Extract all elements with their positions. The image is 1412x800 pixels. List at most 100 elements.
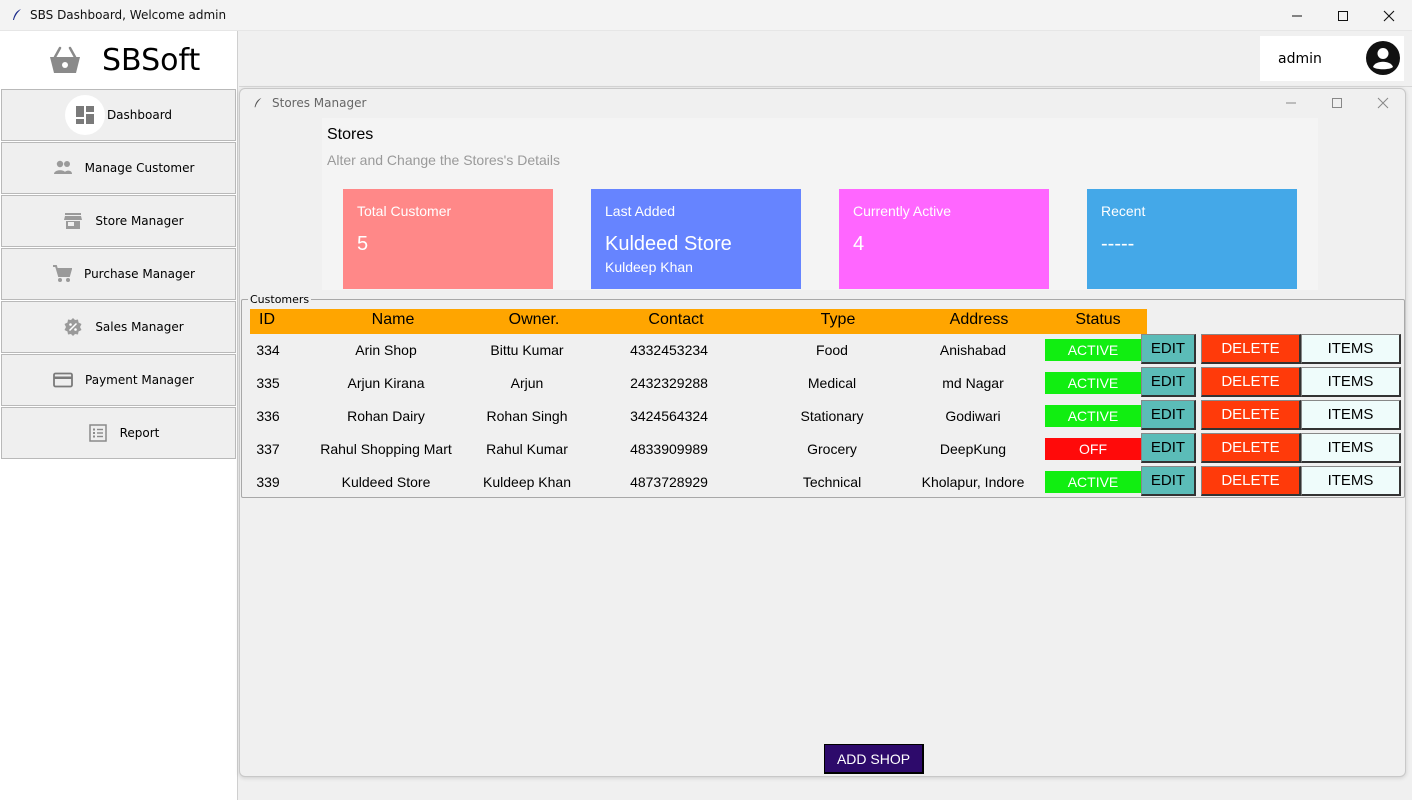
card-title: Currently Active — [853, 203, 952, 219]
cell-owner: Bittu Kumar — [490, 342, 564, 358]
sidebar-item-payment-manager[interactable]: Payment Manager — [1, 354, 236, 406]
minimize-icon[interactable] — [1284, 96, 1298, 110]
card-value: 5 — [357, 233, 369, 255]
cell-address: DeepKung — [939, 441, 1007, 457]
basket-icon — [50, 46, 80, 73]
edit-button[interactable]: EDIT — [1141, 334, 1196, 364]
cell-name: Rahul Shopping Mart — [320, 441, 452, 457]
delete-button[interactable]: DELETE — [1201, 334, 1301, 364]
sidebar-item-label: Purchase Manager — [84, 267, 195, 281]
cell-type: Medical — [807, 375, 857, 391]
edit-button[interactable]: EDIT — [1141, 466, 1196, 496]
page-title: Stores — [327, 126, 374, 143]
card-value: 4 — [853, 233, 865, 255]
minimize-button[interactable] — [1274, 0, 1320, 31]
cell-owner: Arjun — [510, 375, 544, 391]
sidebar-item-label: Manage Customer — [84, 161, 195, 175]
edit-button[interactable]: EDIT — [1141, 400, 1196, 430]
cell-id: 337 — [256, 441, 280, 457]
cell-type: Food — [816, 342, 848, 358]
dashboard-icon — [64, 95, 105, 135]
brand-name: SBSoft — [102, 42, 201, 78]
stores-window-titlebar: Stores Manager — [240, 89, 1405, 117]
close-icon — [1383, 10, 1395, 21]
cell-contact: 3424564324 — [630, 408, 708, 424]
status-badge: ACTIVE — [1045, 471, 1141, 493]
sidebar-item-label: Dashboard — [106, 108, 173, 122]
maximize-icon[interactable] — [1330, 96, 1344, 110]
edit-button[interactable]: EDIT — [1141, 367, 1196, 397]
card-value: Kuldeed Store — [605, 233, 732, 255]
card-recent: Recent ----- — [1087, 189, 1297, 289]
column-header: Type — [820, 311, 856, 328]
card-last-added: Last Added Kuldeed Store Kuldeep Khan — [591, 189, 801, 289]
column-header: Address — [949, 311, 1009, 328]
add-shop-button[interactable]: ADD SHOP — [824, 744, 924, 774]
cell-contact: 4873728929 — [630, 474, 708, 490]
delete-button[interactable]: DELETE — [1201, 466, 1301, 496]
stats-panel: Stores Alter and Change the Stores's Det… — [322, 118, 1318, 290]
cell-owner: Kuldeep Khan — [483, 474, 571, 490]
status-badge: ACTIVE — [1045, 339, 1141, 361]
sidebar-item-purchase-manager[interactable]: Purchase Manager — [1, 248, 236, 300]
cell-name: Arin Shop — [355, 342, 417, 358]
sidebar: SBSoft Dashboard Manage Customer Store M… — [0, 31, 238, 800]
table-legend: Customers — [248, 293, 312, 306]
status-badge: ACTIVE — [1045, 405, 1141, 427]
close-button[interactable] — [1366, 0, 1412, 31]
cell-id: 335 — [256, 375, 280, 391]
items-button[interactable]: ITEMS — [1301, 466, 1401, 496]
sidebar-item-label: Sales Manager — [95, 320, 184, 334]
sidebar-item-report[interactable]: Report — [1, 407, 236, 459]
items-button[interactable]: ITEMS — [1301, 400, 1401, 430]
cell-name: Rohan Dairy — [347, 408, 425, 424]
column-header: Status — [1075, 311, 1121, 328]
sidebar-item-store-manager[interactable]: Store Manager — [1, 195, 236, 247]
cell-type: Grocery — [807, 441, 857, 457]
card-value: ----- — [1101, 233, 1135, 255]
user-name: admin — [1278, 50, 1322, 67]
delete-button[interactable]: DELETE — [1201, 433, 1301, 463]
cell-address: Godiwari — [945, 408, 1001, 424]
items-button[interactable]: ITEMS — [1301, 367, 1401, 397]
items-button[interactable]: ITEMS — [1301, 334, 1401, 364]
edit-button[interactable]: EDIT — [1141, 433, 1196, 463]
cell-name: Kuldeed Store — [341, 474, 431, 490]
stores-manager-window: Stores Manager Stores Alter and Change t… — [239, 88, 1406, 777]
cell-id: 336 — [256, 408, 280, 424]
status-badge: ACTIVE — [1045, 372, 1141, 394]
sidebar-item-label: Report — [119, 426, 160, 440]
cell-contact: 4833909989 — [630, 441, 708, 457]
discount-icon — [53, 307, 93, 347]
cell-address: Anishabad — [939, 342, 1007, 358]
sidebar-item-sales-manager[interactable]: Sales Manager — [1, 301, 236, 353]
cell-address: Kholapur, Indore — [921, 474, 1025, 490]
delete-button[interactable]: DELETE — [1201, 400, 1301, 430]
card-title: Recent — [1101, 203, 1146, 219]
account-circle-icon — [1366, 41, 1400, 75]
cell-owner: Rohan Singh — [486, 408, 568, 424]
card-title: Last Added — [605, 203, 676, 219]
card-title: Total Customer — [357, 203, 452, 219]
stores-window-title: Stores Manager — [272, 96, 367, 110]
status-badge: OFF — [1045, 438, 1141, 460]
maximize-button[interactable] — [1320, 0, 1366, 31]
cell-address: md Nagar — [942, 375, 1004, 391]
people-icon — [43, 148, 83, 188]
sidebar-item-label: Payment Manager — [85, 373, 194, 387]
page-subtitle: Alter and Change the Stores's Details — [327, 152, 561, 168]
sidebar-item-dashboard[interactable]: Dashboard — [1, 89, 236, 141]
delete-button[interactable]: DELETE — [1201, 367, 1301, 397]
feather-icon — [254, 97, 262, 108]
table-header: ID Name Owner. Contact Type Address Stat… — [250, 309, 1147, 334]
cell-contact: 2432329288 — [630, 375, 708, 391]
feather-icon — [13, 9, 21, 20]
items-button[interactable]: ITEMS — [1301, 433, 1401, 463]
user-menu[interactable]: admin — [1260, 36, 1404, 81]
close-icon[interactable] — [1376, 96, 1390, 110]
column-header: Owner. — [508, 311, 560, 328]
store-icon — [53, 201, 93, 241]
cell-owner: Rahul Kumar — [486, 441, 568, 457]
sidebar-item-manage-customer[interactable]: Manage Customer — [1, 142, 236, 194]
maximize-icon — [1338, 10, 1348, 21]
